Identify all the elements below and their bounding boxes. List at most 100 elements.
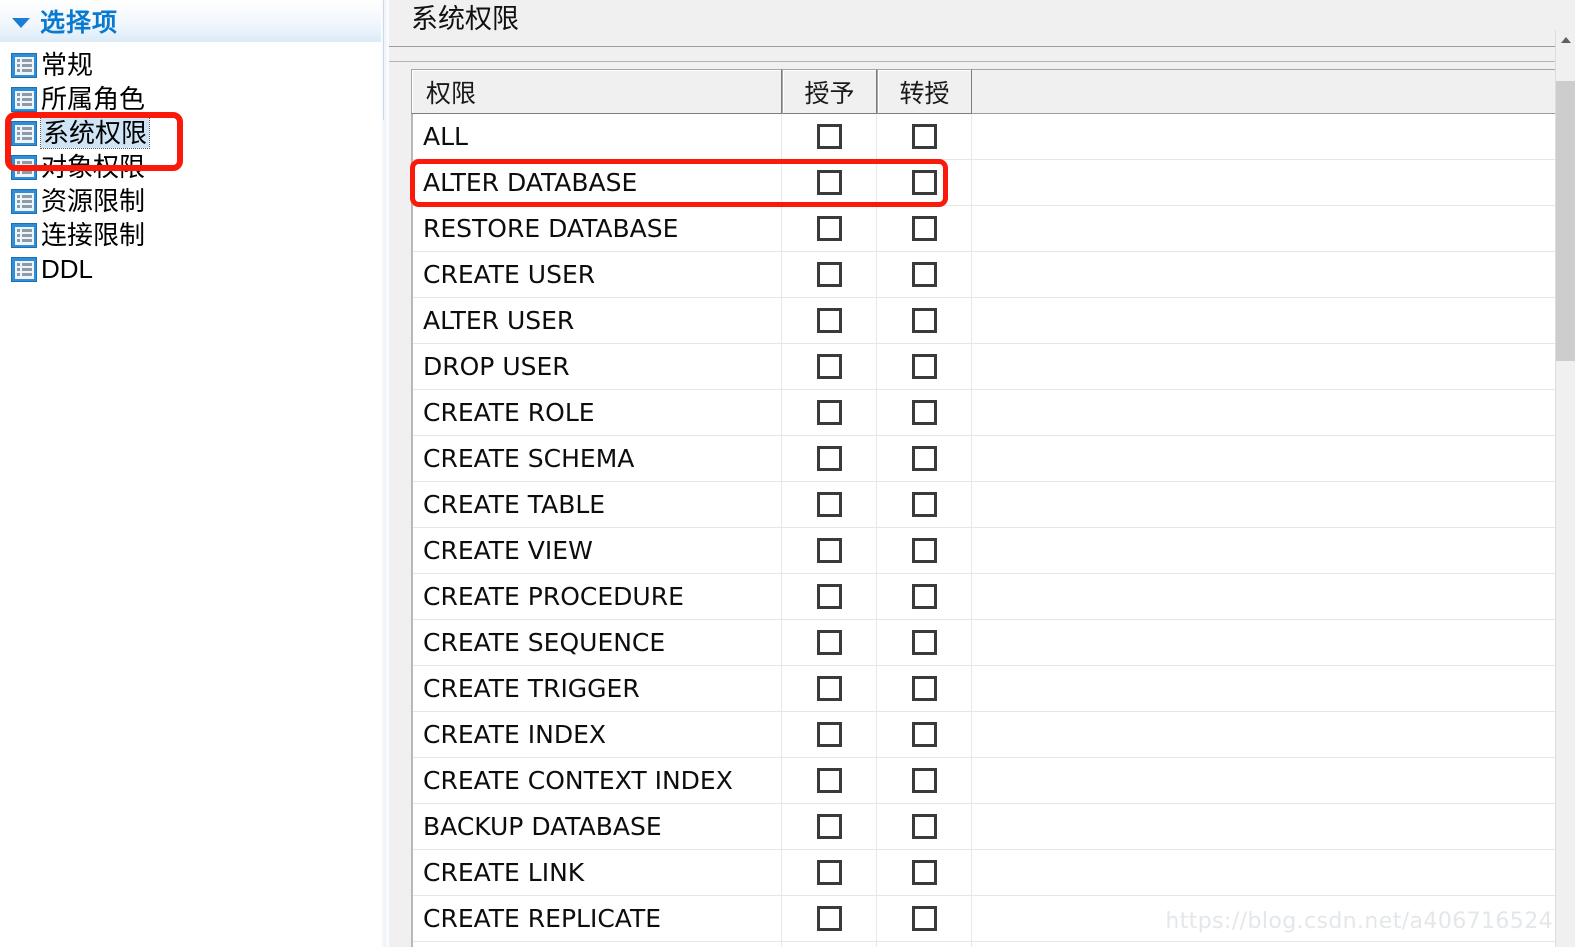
delegate-checkbox[interactable]	[911, 722, 937, 747]
sidebar-item-label: 连接限制	[41, 220, 146, 250]
scrollbar-thumb[interactable]	[1556, 81, 1575, 361]
delegate-checkbox[interactable]	[911, 446, 937, 471]
delegate-checkbox[interactable]	[911, 354, 937, 379]
cell-delegate	[877, 252, 972, 297]
cell-delegate	[877, 482, 972, 527]
grant-checkbox[interactable]	[816, 584, 842, 609]
table-row[interactable]: RESTORE DATABASE	[411, 206, 1575, 252]
icon-inner	[15, 124, 34, 143]
table-row[interactable]: CREATE INDEX	[411, 712, 1575, 758]
sidebar-item-5[interactable]: 连接限制	[0, 218, 389, 252]
delegate-checkbox[interactable]	[911, 124, 937, 149]
sidebar-header: 选择项	[0, 0, 389, 42]
grant-checkbox[interactable]	[816, 722, 842, 747]
table-row[interactable]: CREATE SCHEMA	[411, 436, 1575, 482]
grant-checkbox[interactable]	[816, 400, 842, 425]
cell-spacer	[972, 850, 1575, 895]
list-page-icon	[11, 222, 37, 248]
cell-privilege-name	[411, 942, 782, 947]
list-page-icon	[11, 154, 37, 180]
grant-checkbox[interactable]	[816, 768, 842, 793]
delegate-checkbox[interactable]	[911, 308, 937, 333]
table-row[interactable]: BACKUP DATABASE	[411, 804, 1575, 850]
delegate-checkbox[interactable]	[911, 538, 937, 563]
list-page-icon	[11, 86, 37, 112]
delegate-checkbox[interactable]	[911, 906, 937, 931]
delegate-checkbox[interactable]	[911, 492, 937, 517]
cell-privilege-name: CREATE USER	[411, 252, 782, 297]
table-row[interactable]: CREATE VIEW	[411, 528, 1575, 574]
cell-grant	[782, 344, 877, 389]
table-row[interactable]: CREATE LINK	[411, 850, 1575, 896]
delegate-checkbox[interactable]	[911, 630, 937, 655]
grant-checkbox[interactable]	[816, 216, 842, 241]
grant-checkbox[interactable]	[816, 262, 842, 287]
grant-checkbox[interactable]	[816, 124, 842, 149]
grant-checkbox[interactable]	[816, 860, 842, 885]
grant-checkbox[interactable]	[816, 814, 842, 839]
table-row[interactable]: ALTER DATABASE	[411, 160, 1575, 206]
grant-checkbox[interactable]	[816, 676, 842, 701]
grant-checkbox[interactable]	[816, 630, 842, 655]
table-row[interactable]: ALTER USER	[411, 298, 1575, 344]
delegate-checkbox[interactable]	[911, 584, 937, 609]
sidebar-item-6[interactable]: DDL	[0, 252, 389, 286]
cell-privilege-name: CREATE VIEW	[411, 528, 782, 573]
scroll-up-arrow-icon[interactable]	[1556, 30, 1575, 50]
grant-checkbox[interactable]	[816, 538, 842, 563]
table-row[interactable]: CREATE PROCEDURE	[411, 574, 1575, 620]
sidebar-item-label: 常规	[41, 50, 94, 80]
cell-privilege-name: ALL	[411, 114, 782, 159]
table-row[interactable]: CREATE TRIGGER	[411, 666, 1575, 712]
delegate-checkbox[interactable]	[911, 860, 937, 885]
sidebar-splitter[interactable]	[381, 0, 389, 947]
sidebar-item-3[interactable]: 对象权限	[0, 150, 389, 184]
sidebar-item-label: 系统权限	[39, 117, 151, 149]
cell-delegate	[877, 528, 972, 573]
table-row[interactable]: CREATE USER	[411, 252, 1575, 298]
table-row[interactable]: CREATE TABLE	[411, 482, 1575, 528]
sidebar-item-2[interactable]: 系统权限	[0, 116, 389, 150]
grant-checkbox[interactable]	[816, 492, 842, 517]
cell-delegate	[877, 160, 972, 205]
table-row[interactable]: CREATE CONTEXT INDEX	[411, 758, 1575, 804]
table-row[interactable]: CREATE SEQUENCE	[411, 620, 1575, 666]
table-row[interactable]: ALL	[411, 114, 1575, 160]
grant-checkbox[interactable]	[816, 446, 842, 471]
sidebar-item-list: 常规 所属角色 系统权限 对象权限 资源限制 连接限制 DDL	[0, 42, 389, 286]
table-left-border	[411, 114, 413, 947]
delegate-checkbox[interactable]	[911, 400, 937, 425]
column-header-delegate[interactable]: 转授	[877, 69, 972, 114]
table-row[interactable]: DROP USER	[411, 344, 1575, 390]
grant-checkbox[interactable]	[816, 170, 842, 195]
cell-grant	[782, 528, 877, 573]
vertical-scrollbar[interactable]	[1555, 30, 1575, 947]
table-row[interactable]: CREATE ROLE	[411, 390, 1575, 436]
delegate-checkbox[interactable]	[911, 814, 937, 839]
table-row[interactable]: CREATE REPLICATE	[411, 896, 1575, 942]
cell-spacer	[972, 758, 1575, 803]
cell-delegate	[877, 942, 972, 947]
grant-checkbox[interactable]	[816, 308, 842, 333]
sidebar-item-1[interactable]: 所属角色	[0, 82, 389, 116]
sidebar-item-4[interactable]: 资源限制	[0, 184, 389, 218]
sidebar-item-0[interactable]: 常规	[0, 48, 389, 82]
delegate-checkbox[interactable]	[911, 768, 937, 793]
column-header-grant[interactable]: 授予	[782, 69, 877, 114]
delegate-checkbox[interactable]	[911, 170, 937, 195]
sidebar-title: 选择项	[40, 9, 119, 37]
triangle-down-icon[interactable]	[12, 17, 30, 28]
cell-spacer	[972, 712, 1575, 757]
delegate-checkbox[interactable]	[911, 676, 937, 701]
cell-grant	[782, 666, 877, 711]
grant-checkbox[interactable]	[816, 354, 842, 379]
main-title-bar: 系统权限	[389, 0, 1575, 47]
delegate-checkbox[interactable]	[911, 216, 937, 241]
cell-delegate	[877, 390, 972, 435]
column-header-privilege[interactable]: 权限	[411, 69, 782, 114]
grant-checkbox[interactable]	[816, 906, 842, 931]
cell-delegate	[877, 114, 972, 159]
cell-privilege-name: CREATE CONTEXT INDEX	[411, 758, 782, 803]
delegate-checkbox[interactable]	[911, 262, 937, 287]
table-row[interactable]	[411, 942, 1575, 947]
